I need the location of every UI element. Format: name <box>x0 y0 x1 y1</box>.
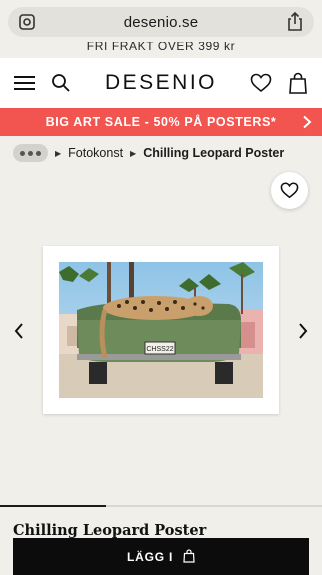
search-icon[interactable] <box>51 73 71 93</box>
product-image-frame[interactable]: CHSS22 <box>43 246 279 414</box>
product-title: Chilling Leopard Poster <box>13 522 207 539</box>
shopping-bag-icon[interactable] <box>288 72 308 94</box>
breadcrumb-separator-icon: ▶ <box>55 148 62 158</box>
sale-banner[interactable]: BIG ART SALE - 50% PÅ POSTERS* <box>0 108 322 136</box>
add-to-cart-label: LÄGG I <box>127 550 174 564</box>
breadcrumb: ▶ Fotokonst ▶ Chilling Leopard Poster <box>13 143 284 163</box>
breadcrumb-item-fotokonst[interactable]: Fotokonst <box>68 146 123 160</box>
shipping-text: FRI FRAKT ÖVER 399 kr <box>86 42 236 53</box>
url-field[interactable]: desenio.se <box>8 7 314 37</box>
browser-address-bar: desenio.se <box>0 0 322 42</box>
shopping-bag-icon <box>183 549 195 563</box>
add-to-wishlist-button[interactable] <box>271 172 308 209</box>
shipping-banner: FRI FRAKT ÖVER 399 kr <box>0 42 322 56</box>
image-carousel-progress <box>0 505 322 507</box>
breadcrumb-separator-icon: ▶ <box>130 148 137 158</box>
url-text: desenio.se <box>123 14 199 31</box>
site-header: DESENIO <box>0 58 322 108</box>
heart-icon <box>280 182 299 199</box>
breadcrumb-item-current: Chilling Leopard Poster <box>143 146 285 160</box>
hamburger-menu-icon[interactable] <box>14 75 35 91</box>
add-to-cart-button[interactable]: LÄGG I <box>13 538 309 575</box>
image-carousel-progress-fill <box>0 505 107 507</box>
chevron-right-icon[interactable] <box>302 115 312 129</box>
product-photo-leopard-on-car: CHSS22 <box>59 262 263 398</box>
previous-image-arrow-icon[interactable] <box>13 322 25 340</box>
breadcrumb-more-button[interactable] <box>13 144 48 162</box>
next-image-arrow-icon[interactable] <box>297 322 309 340</box>
site-logo[interactable]: DESENIO <box>98 71 224 95</box>
wishlist-heart-icon[interactable] <box>250 73 272 93</box>
sale-banner-text: BIG ART SALE - 50% PÅ POSTERS* <box>45 115 277 129</box>
share-icon[interactable] <box>286 12 304 32</box>
license-plate-text: CHSS22 <box>146 346 173 353</box>
